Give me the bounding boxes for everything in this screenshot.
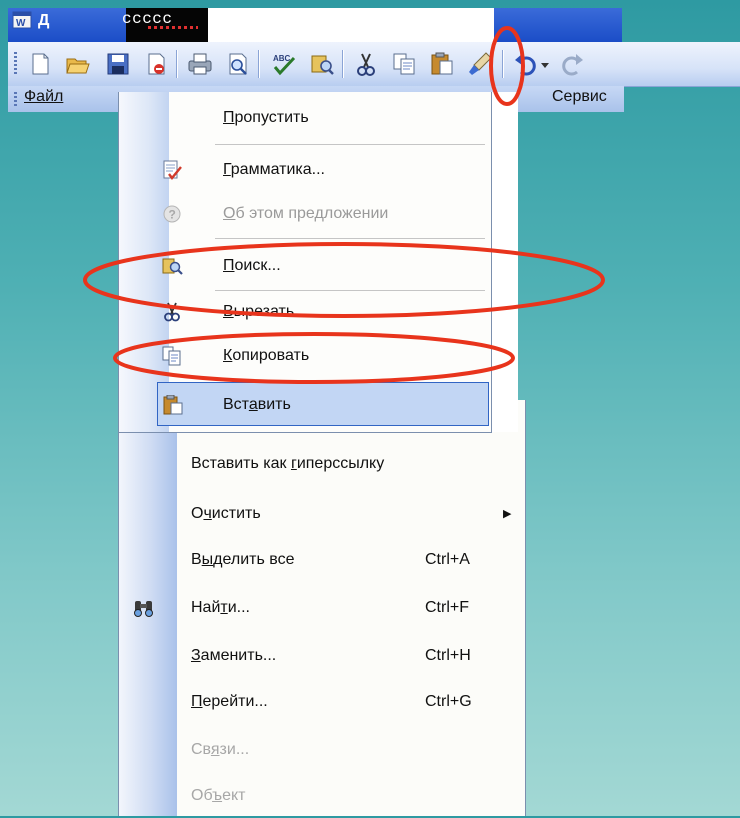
menu-item-copy[interactable]: Копировать	[119, 334, 491, 378]
menu-item-cut[interactable]: Вырезать	[119, 290, 491, 334]
svg-text:W: W	[16, 18, 26, 29]
menu-separator	[215, 144, 485, 145]
format-painter-icon[interactable]	[466, 50, 494, 78]
spelling-icon[interactable]: ABC	[270, 50, 298, 78]
menu-item-label: Поиск...	[223, 257, 281, 274]
menu-item-label: Вырезать	[223, 303, 295, 320]
word-app-icon: W	[12, 11, 32, 29]
research-icon	[162, 258, 183, 275]
paste-icon[interactable]	[428, 50, 456, 78]
menu-item-select-all[interactable]: Выделить все Ctrl+A	[119, 538, 525, 582]
menu-item-label: Связи...	[191, 741, 250, 758]
menu-file[interactable]: Файл	[24, 88, 63, 106]
menu-item-label: Пропустить	[223, 109, 309, 126]
menu-item-label: Найти...	[191, 599, 250, 616]
copy-icon[interactable]	[390, 50, 418, 78]
menu-item-replace[interactable]: Заменить... Ctrl+H	[119, 634, 525, 678]
menu-item-label: Очистить	[191, 505, 261, 522]
toolbar-separator	[342, 50, 344, 78]
menu-item-research[interactable]: Поиск...	[119, 244, 491, 288]
menu-item-label: Заменить...	[191, 647, 277, 664]
cut-icon	[164, 302, 180, 322]
redo-icon[interactable]	[558, 50, 586, 78]
submenu-arrow-icon: ▶	[503, 508, 512, 520]
standard-toolbar: ABC	[8, 42, 740, 87]
menu-item-object[interactable]: Объект	[119, 774, 525, 818]
undo-icon[interactable]	[512, 50, 540, 78]
paste-icon	[163, 395, 183, 415]
save-icon[interactable]	[104, 50, 132, 78]
menu-item-label: Грамматика...	[223, 161, 325, 178]
svg-text:?: ?	[169, 208, 176, 222]
open-folder-icon[interactable]	[64, 50, 92, 78]
svg-text:ABC: ABC	[273, 54, 291, 63]
spelling-squiggle	[148, 26, 198, 29]
menu-item-label: Выделить все	[191, 551, 295, 568]
document-area	[208, 8, 494, 42]
menu-item-paste-as-hyperlink[interactable]: Вставить как гиперссылку	[119, 442, 525, 486]
permission-icon[interactable]	[142, 50, 170, 78]
toolbar-grip[interactable]	[14, 52, 17, 76]
menu-item-label: Вставить как гиперссылку	[191, 455, 385, 472]
menu-item-paste[interactable]: Вставить	[157, 382, 489, 426]
selected-text: ccccc	[118, 8, 202, 30]
shortcut-label: Ctrl+A	[425, 551, 470, 568]
shortcut-label: Ctrl+F	[425, 599, 469, 616]
menu-item-label: Вставить	[223, 396, 291, 413]
print-icon[interactable]	[186, 50, 214, 78]
cut-icon[interactable]	[352, 50, 380, 78]
print-preview-icon[interactable]	[224, 50, 252, 78]
menu-item-links[interactable]: Связи...	[119, 728, 525, 772]
new-document-icon[interactable]	[26, 50, 54, 78]
spelling-context-menu: Пропустить Грамматика... ? Об этом предл…	[118, 92, 492, 433]
menu-item-label: Об этом предложении	[223, 205, 389, 222]
copy-icon	[162, 346, 181, 366]
find-binoculars-icon	[134, 601, 153, 617]
grammar-icon	[163, 160, 182, 180]
menu-item-label: Копировать	[223, 347, 310, 364]
toolbar-separator	[176, 50, 178, 78]
menu-item-about-sentence[interactable]: ? Об этом предложении	[119, 192, 491, 236]
menu-item-go-to[interactable]: Перейти... Ctrl+G	[119, 680, 525, 724]
edit-menu: Вставить как гиперссылку Очистить ▶ Выде…	[118, 400, 526, 816]
shortcut-label: Ctrl+G	[425, 693, 472, 710]
menu-item-grammar[interactable]: Грамматика...	[119, 148, 491, 192]
menu-item-label: Перейти...	[191, 693, 268, 710]
menu-item-find[interactable]: Найти... Ctrl+F	[119, 586, 525, 630]
menu-tools[interactable]: Сервис	[552, 88, 607, 106]
menu-separator	[215, 238, 485, 239]
window-title-fragment: Д	[38, 12, 50, 29]
research-icon[interactable]	[308, 50, 336, 78]
menubar-grip	[14, 92, 17, 106]
menu-item-ignore[interactable]: Пропустить	[119, 96, 491, 140]
toolbar-separator	[502, 50, 504, 78]
undo-dropdown-icon[interactable]	[538, 50, 552, 78]
help-icon: ?	[163, 205, 181, 223]
shortcut-label: Ctrl+H	[425, 647, 471, 664]
toolbar-separator	[258, 50, 260, 78]
title-bar	[8, 8, 622, 42]
menu-item-label: Объект	[191, 787, 246, 804]
menu-item-clear[interactable]: Очистить ▶	[119, 492, 525, 536]
